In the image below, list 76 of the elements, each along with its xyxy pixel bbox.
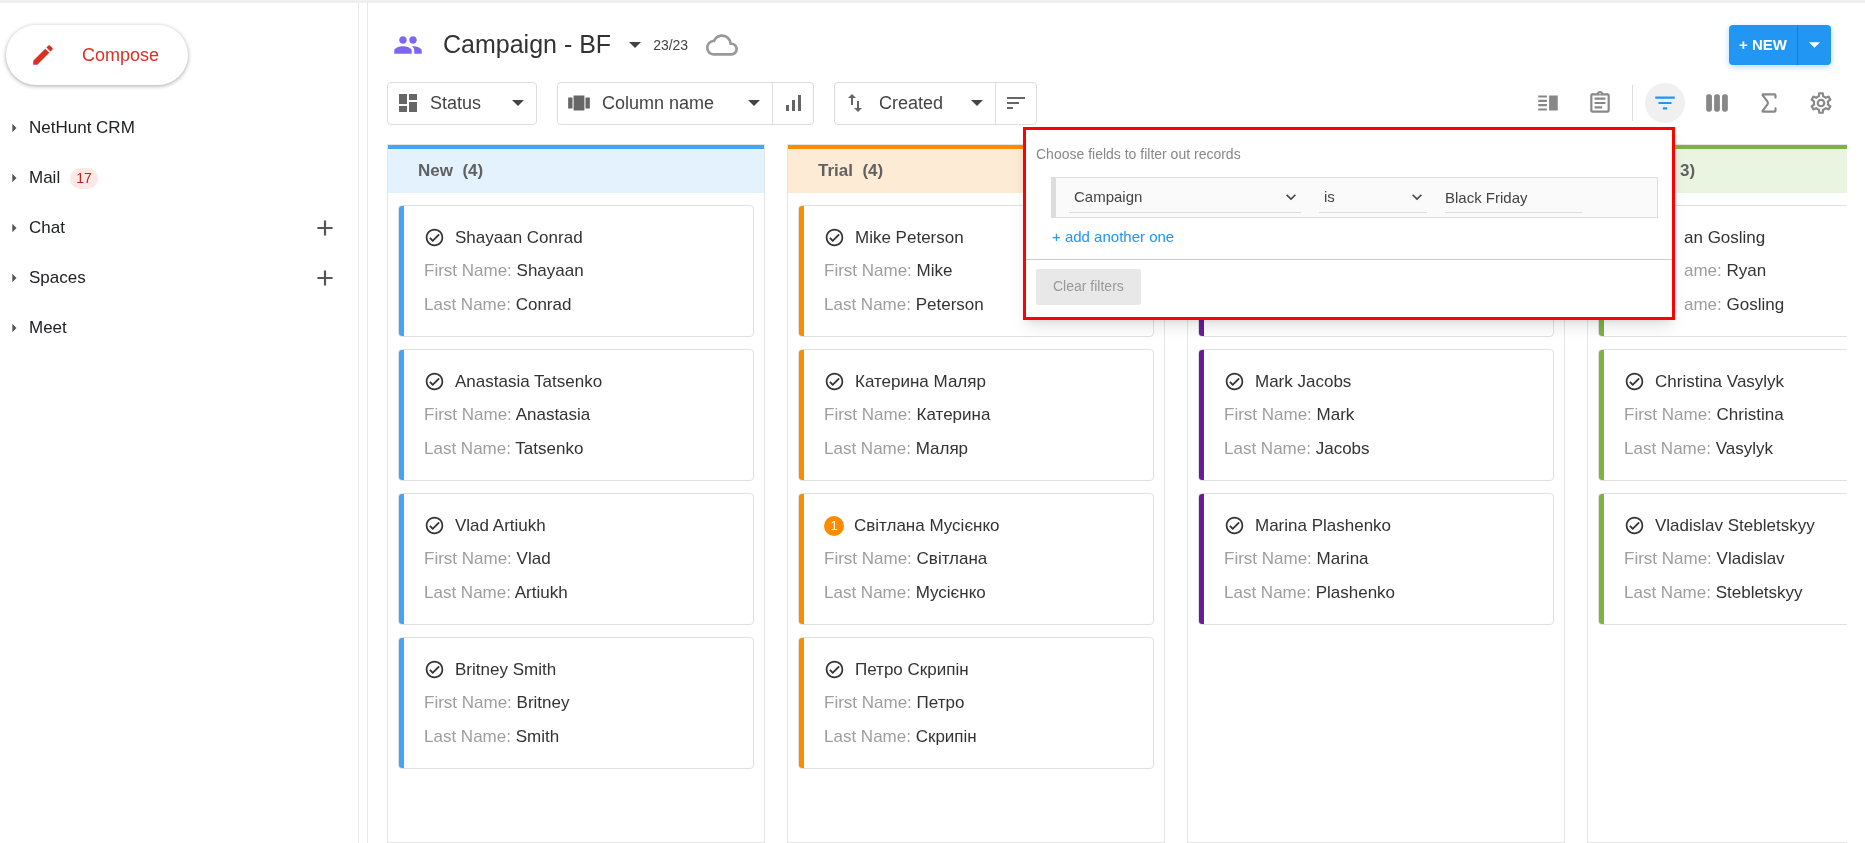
clipboard-icon bbox=[1587, 90, 1613, 116]
record-field: First Name: Mark bbox=[1204, 402, 1553, 428]
board-icon bbox=[396, 91, 420, 115]
caret-icon bbox=[748, 100, 760, 106]
record-field: Last Name: Conrad bbox=[404, 291, 753, 318]
record-field: Last Name: Plashenko bbox=[1204, 579, 1553, 606]
view-title: Campaign - BF bbox=[443, 29, 612, 61]
record-card[interactable]: Петро Скрипін First Name: Петро Last Name: Скрипін bbox=[798, 637, 1154, 769]
sidebar-item[interactable]: Chat bbox=[29, 215, 65, 241]
operator-select[interactable]: is bbox=[1319, 182, 1427, 213]
sidebar-item[interactable]: Spaces bbox=[29, 265, 86, 291]
record-field: First Name: Світлана bbox=[804, 546, 1153, 572]
record-name: Mike Peterson bbox=[855, 226, 964, 249]
record-field: First Name: Marina bbox=[1204, 546, 1553, 572]
caret-icon bbox=[971, 100, 983, 106]
record-count: 23/23 bbox=[653, 35, 689, 55]
record-field: Last Name: Мусієнко bbox=[804, 579, 1153, 606]
record-field: Last Name: Smith bbox=[404, 723, 753, 750]
record-card[interactable]: Marina Plashenko First Name: Marina Last Name: Plashenko bbox=[1198, 493, 1554, 625]
column-title: New (4) bbox=[418, 160, 484, 183]
record-field: First Name: Shayaan bbox=[404, 258, 753, 284]
record-name: Britney Smith bbox=[455, 658, 557, 681]
record-field: Last Name: Stebletskyy bbox=[1604, 579, 1847, 606]
record-field: ame: Ryan bbox=[1604, 258, 1847, 284]
record-name: Anastasia Tatsenko bbox=[455, 370, 603, 393]
record-name: Vladislav Stebletskyy bbox=[1655, 514, 1815, 537]
record-card[interactable]: Britney Smith First Name: Britney Last Name: Smith bbox=[398, 637, 754, 769]
caret-icon bbox=[629, 42, 642, 48]
record-field: First Name: Vladislav bbox=[1604, 546, 1847, 572]
record-name: an Gosling bbox=[1684, 226, 1766, 249]
record-name: Marina Plashenko bbox=[1255, 514, 1392, 537]
record-field: Last Name: Jacobs bbox=[1204, 435, 1553, 462]
record-card[interactable]: Mark Jacobs First Name: Mark Last Name: Jacobs bbox=[1198, 349, 1554, 481]
record-field: ame: Gosling bbox=[1604, 291, 1847, 318]
record-field: Last Name: Artiukh bbox=[404, 579, 753, 606]
record-name: Петро Скрипін bbox=[855, 658, 969, 681]
record-card[interactable]: Anastasia Tatsenko First Name: Anastasia Last Name: Tatsenko bbox=[398, 349, 754, 481]
unread-count: 17 bbox=[70, 167, 98, 189]
record-card[interactable]: Christina Vasylyk First Name: Christina Last Name: Vasylyk bbox=[1598, 349, 1847, 481]
record-field: First Name: Vlad bbox=[404, 546, 753, 572]
record-field: Last Name: Маляр bbox=[804, 435, 1153, 462]
record-field: First Name: Britney bbox=[404, 690, 753, 716]
value-field[interactable]: Black Friday bbox=[1445, 182, 1582, 213]
record-card[interactable]: Vlad Artiukh First Name: Vlad Last Name: Artiukh bbox=[398, 493, 754, 625]
settings-icon bbox=[1808, 90, 1834, 116]
record-field: First Name: Christina bbox=[1604, 402, 1847, 428]
record-field: First Name: Anastasia bbox=[404, 402, 753, 428]
record-name: Mark Jacobs bbox=[1255, 370, 1352, 393]
record-field: Last Name: Tatsenko bbox=[404, 435, 753, 462]
record-name: Shayaan Conrad bbox=[455, 226, 583, 249]
count-badge: 1 bbox=[824, 515, 844, 536]
record-field: Last Name: Скрипін bbox=[804, 723, 1153, 750]
record-card[interactable]: Shayaan Conrad First Name: Shayaan Last Name: Conrad bbox=[398, 205, 754, 337]
compose-button[interactable]: Compose bbox=[6, 25, 188, 85]
column-title: 3) bbox=[1680, 160, 1696, 183]
record-name: Vlad Artiukh bbox=[455, 514, 546, 537]
group-by-select[interactable]: Status bbox=[387, 81, 537, 125]
field-select[interactable]: Campaign bbox=[1069, 182, 1301, 213]
record-name: Світлана Мусієнко bbox=[854, 514, 1000, 537]
record-field: First Name: Катерина bbox=[804, 402, 1153, 428]
sidebar-item[interactable]: Mail bbox=[29, 165, 61, 191]
record-card[interactable]: Катерина Маляр First Name: Катерина Last Name: Маляр bbox=[798, 349, 1154, 481]
filter-button[interactable] bbox=[1645, 83, 1685, 123]
record-name: Christina Vasylyk bbox=[1655, 370, 1785, 393]
record-card[interactable]: Vladislav Stebletskyy First Name: Vladislav Last Name: Stebletskyy bbox=[1598, 493, 1847, 625]
caret-icon bbox=[512, 100, 524, 106]
filter-hint: Choose fields to filter out records bbox=[1036, 145, 1242, 164]
caret-icon bbox=[1809, 42, 1820, 48]
sidebar-item[interactable]: Meet bbox=[29, 315, 67, 341]
record-name: Катерина Маляр bbox=[855, 370, 986, 393]
record-card[interactable]: 1 Світлана Мусієнко First Name: Світлана Last Name: Мусієнко bbox=[798, 493, 1154, 625]
column-title: Trial (4) bbox=[818, 160, 884, 183]
record-field: Last Name: Vasylyk bbox=[1604, 435, 1847, 462]
sidebar-item[interactable]: NetHunt CRM bbox=[29, 115, 135, 141]
pencil-icon bbox=[30, 42, 56, 68]
record-field: First Name: Петро bbox=[804, 690, 1153, 716]
